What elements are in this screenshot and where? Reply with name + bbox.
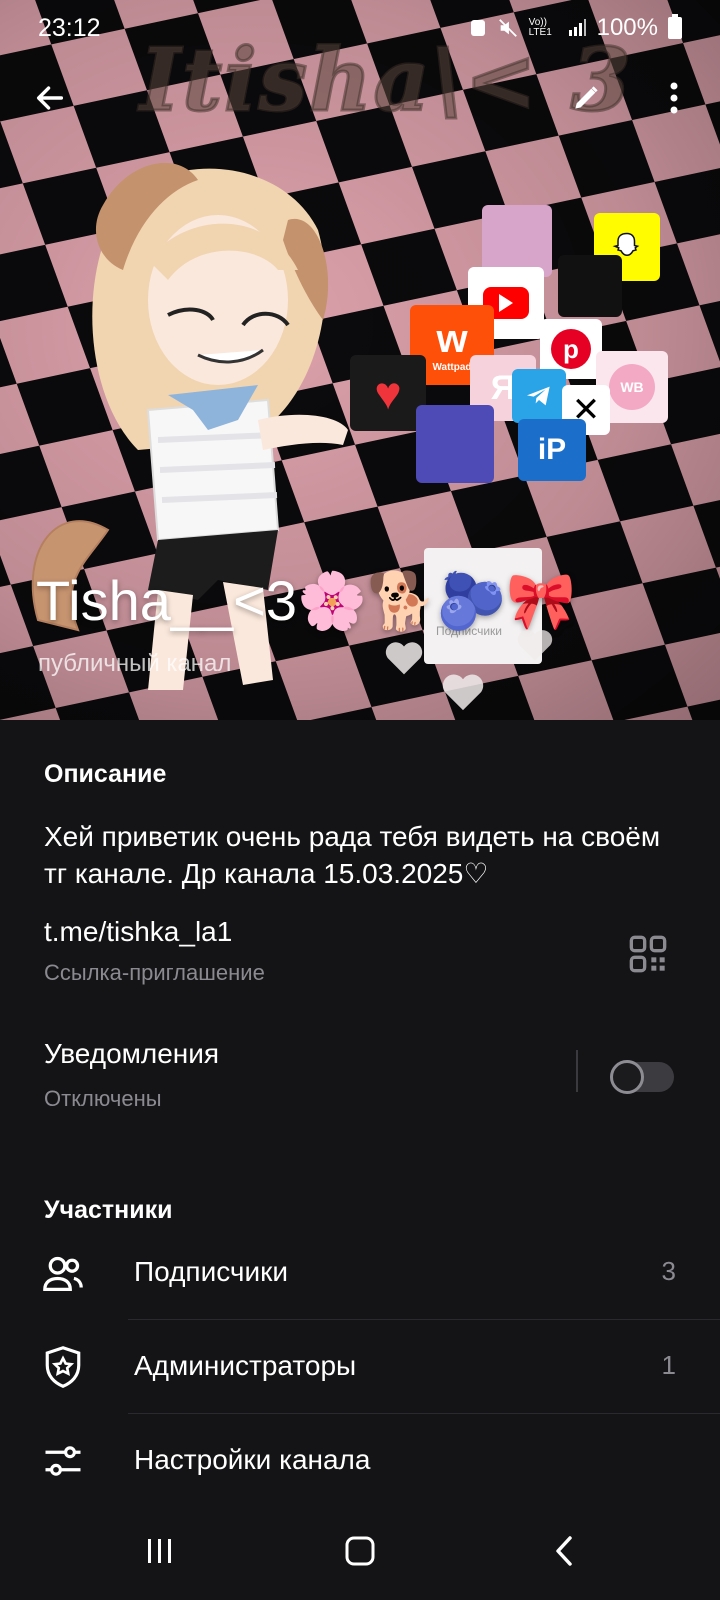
app-icons-collage: w Wattpad p ♥ Я WB ✕ iP [350,205,680,495]
invite-link[interactable]: t.me/tishka_la1 [44,916,232,948]
back-button[interactable] [22,70,78,126]
status-bar: 23:12 Vo)) LTE1 100% [0,0,720,56]
heart-decoration-icon [385,642,423,675]
description-label: Описание [44,760,167,788]
network-label: Vo)) LTE1 [528,17,552,38]
heart-decoration-icon [517,630,553,661]
status-icons: Vo)) LTE1 100% [469,14,682,42]
sliders-icon [40,1438,86,1484]
anime-avatar-icon [416,405,494,483]
qr-code-icon[interactable] [628,934,668,974]
invite-link-row[interactable]: t.me/tishka_la1 Ссылка-приглашение [0,896,720,1006]
signal-icon [568,19,586,36]
heart-decoration-icon [442,674,484,711]
users-icon [40,1250,86,1296]
channel-settings-row[interactable]: Настройки канала [0,1414,720,1508]
shield-star-icon [40,1344,86,1390]
more-vertical-icon [670,82,678,114]
administrators-count: 1 [661,1350,676,1380]
administrators-row[interactable]: Администраторы 1 [0,1320,720,1414]
recent-apps-button[interactable] [130,1526,190,1576]
telegram-icon [512,369,566,423]
nav-back-button[interactable] [534,1526,594,1576]
pencil-icon [575,86,598,109]
ibis-paint-icon: iP [518,419,586,481]
arrow-left-icon [36,86,64,110]
invite-link-caption: Ссылка-приглашение [44,960,265,985]
recycle-icon [470,20,485,36]
subscribers-label: Подписчики [134,1256,289,1287]
channel-type-label: публичный канал [38,650,232,677]
channel-title: Tisha__<3🌸🐕🫐🎀 [36,569,576,632]
home-button[interactable] [330,1526,390,1576]
channel-info-panel: Описание Хей приветик очень рада тебя ви… [0,720,720,1600]
status-time: 23:12 [38,13,101,42]
system-navigation-bar [0,1500,720,1600]
top-app-bar [0,60,720,136]
notifications-status: Отключены [44,1086,162,1111]
members-label: Участники [44,1196,173,1224]
notifications-row[interactable]: Уведомления Отключены [0,1020,720,1130]
battery-percent: 100% [596,14,658,41]
capcut-dark-icon [558,255,622,317]
administrators-label: Администраторы [134,1350,357,1381]
notifications-title: Уведомления [44,1038,220,1069]
subscribers-count: 3 [661,1256,676,1286]
battery-icon [668,14,682,39]
description-text: Хей приветик очень рада тебя видеть на с… [44,821,661,889]
divider [576,1050,578,1092]
toggle-knob [610,1060,644,1094]
likee-icon: ♥ [350,355,426,431]
mute-icon [498,19,517,37]
home-icon [345,1536,375,1566]
channel-settings-label: Настройки канала [134,1444,371,1475]
chevron-left-icon [556,1536,572,1566]
more-options-button[interactable] [646,70,702,126]
edit-button[interactable] [558,70,614,126]
notifications-toggle[interactable] [610,1060,674,1094]
subscribers-row[interactable]: Подписчики 3 [0,1226,720,1320]
recents-icon [148,1539,171,1563]
